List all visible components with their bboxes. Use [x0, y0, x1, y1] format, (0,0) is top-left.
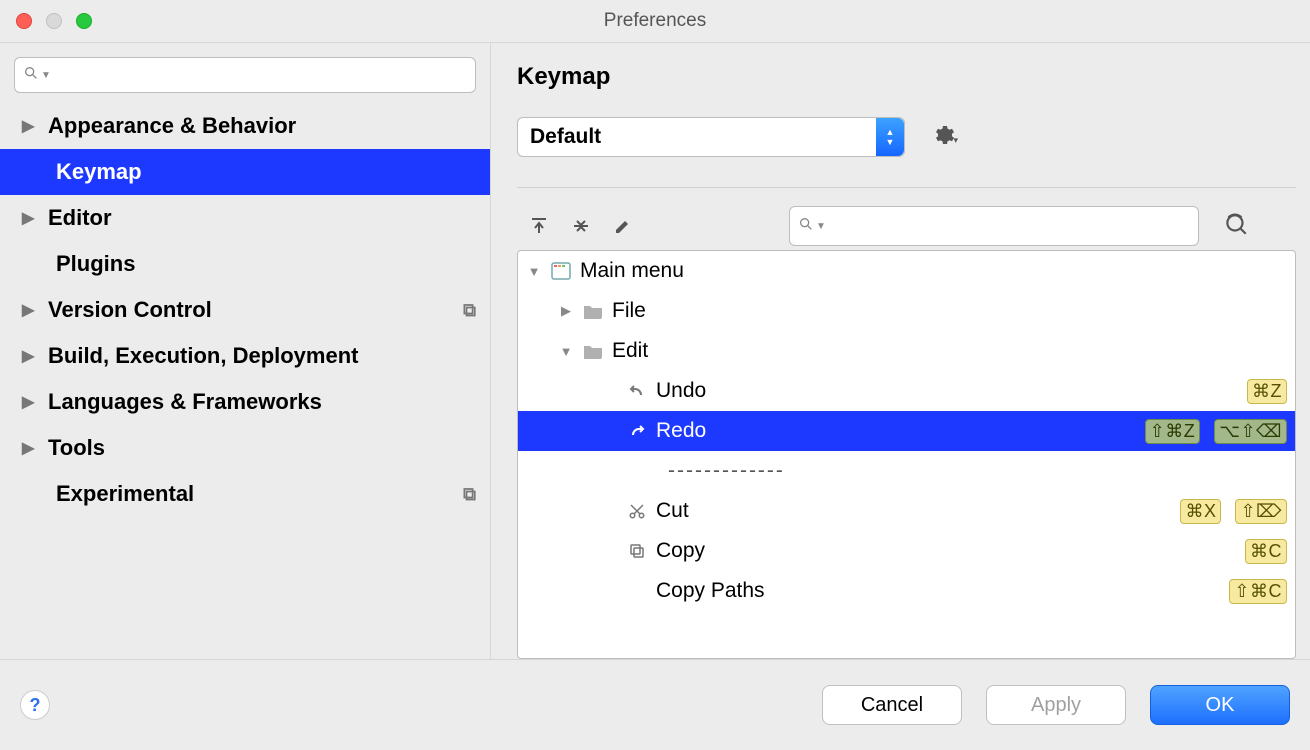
tree-node-label: File	[612, 299, 1287, 323]
chevron-down-icon: ▼	[41, 70, 51, 81]
sidebar-item-label: Plugins	[56, 251, 476, 277]
redo-icon	[626, 423, 648, 439]
tree-node-label: Redo	[656, 419, 1131, 443]
shortcut-badge: ⇧⌦	[1235, 499, 1287, 524]
scheme-value: Default	[530, 125, 601, 149]
tree-action-copy-paths[interactable]: Copy Paths ⇧⌘C	[518, 571, 1295, 611]
chevron-down-icon: ▼	[816, 221, 826, 232]
sidebar-item-label: Editor	[48, 205, 476, 231]
tree-action-redo[interactable]: Redo ⇧⌘Z ⌥⇧⌫	[518, 411, 1295, 451]
settings-search-input[interactable]: ▼	[14, 57, 476, 93]
sidebar-item-plugins[interactable]: Plugins	[0, 241, 490, 287]
tree-node-file[interactable]: ▶ File	[518, 291, 1295, 331]
settings-categories: ▶ Appearance & Behavior Keymap ▶ Editor …	[0, 103, 490, 517]
project-scope-icon: ⧉	[463, 300, 476, 321]
undo-icon	[626, 383, 648, 399]
chevron-down-icon[interactable]: ▼	[558, 344, 574, 359]
chevron-right-icon[interactable]: ▶	[558, 303, 574, 319]
select-stepper[interactable]: ▲ ▼	[876, 118, 904, 156]
tree-separator: -------------	[518, 451, 1295, 491]
expand-all-button[interactable]	[523, 210, 555, 242]
cut-icon	[626, 502, 648, 520]
separator-label: -------------	[668, 459, 785, 483]
button-label: Apply	[1031, 694, 1081, 717]
window-controls	[0, 13, 92, 29]
folder-icon	[582, 343, 604, 359]
chevron-right-icon: ▶	[22, 346, 36, 366]
action-toolbar: ▼	[517, 202, 1296, 250]
keymap-tree[interactable]: ▼ Main menu ▶ File ▼ Edit	[517, 250, 1296, 659]
chevron-right-icon: ▶	[22, 208, 36, 228]
titlebar: Preferences	[0, 0, 1310, 42]
tree-action-copy[interactable]: Copy ⌘C	[518, 531, 1295, 571]
copy-icon	[626, 542, 648, 560]
shortcut-badge: ⌘Z	[1247, 379, 1287, 404]
zoom-window-button[interactable]	[76, 13, 92, 29]
project-scope-icon: ⧉	[463, 484, 476, 505]
keymap-scheme-select[interactable]: Default ▲ ▼	[517, 117, 905, 157]
tree-action-cut[interactable]: Cut ⌘X ⇧⌦	[518, 491, 1295, 531]
sidebar-item-label: Tools	[48, 435, 476, 461]
window-title: Preferences	[604, 10, 706, 32]
edit-shortcut-button[interactable]	[607, 210, 639, 242]
settings-content: Keymap Default ▲ ▼ ▾	[491, 43, 1310, 659]
sidebar-item-label: Build, Execution, Deployment	[48, 343, 476, 369]
sidebar-item-label: Version Control	[48, 297, 451, 323]
shortcut-badge: ⇧⌘C	[1229, 579, 1287, 604]
sidebar-item-experimental[interactable]: Experimental ⧉	[0, 471, 490, 517]
dialog-footer: ? Cancel Apply OK	[0, 660, 1310, 750]
tree-node-label: Cut	[656, 499, 1166, 523]
tree-node-label: Copy Paths	[656, 579, 1215, 603]
settings-sidebar: ▼ ▶ Appearance & Behavior Keymap ▶ Edito…	[0, 43, 491, 659]
apply-button: Apply	[986, 685, 1126, 725]
sidebar-item-languages[interactable]: ▶ Languages & Frameworks	[0, 379, 490, 425]
shortcut-badge: ⌘C	[1245, 539, 1287, 564]
sidebar-item-tools[interactable]: ▶ Tools	[0, 425, 490, 471]
tree-node-edit[interactable]: ▼ Edit	[518, 331, 1295, 371]
search-icon	[23, 65, 39, 86]
scheme-actions-button[interactable]: ▾	[931, 123, 964, 152]
page-title: Keymap	[517, 63, 1296, 91]
shortcut-badge: ⇧⌘Z	[1145, 419, 1201, 444]
chevron-right-icon: ▶	[22, 392, 36, 412]
chevron-up-icon: ▲	[886, 127, 895, 137]
shortcut-badge: ⌥⇧⌫	[1214, 419, 1287, 444]
chevron-down-icon: ▼	[886, 137, 895, 147]
sidebar-item-editor[interactable]: ▶ Editor	[0, 195, 490, 241]
ok-button[interactable]: OK	[1150, 685, 1290, 725]
sidebar-item-label: Keymap	[56, 159, 476, 185]
tree-action-undo[interactable]: Undo ⌘Z	[518, 371, 1295, 411]
button-label: Cancel	[861, 694, 923, 717]
chevron-right-icon: ▶	[22, 116, 36, 136]
button-label: OK	[1206, 694, 1235, 717]
sidebar-item-label: Appearance & Behavior	[48, 113, 476, 139]
find-by-shortcut-button[interactable]	[1223, 211, 1249, 242]
tree-node-label: Main menu	[580, 259, 1287, 283]
collapse-all-button[interactable]	[565, 210, 597, 242]
action-search-input[interactable]: ▼	[789, 206, 1199, 246]
sidebar-item-label: Languages & Frameworks	[48, 389, 476, 415]
shortcut-badge: ⌘X	[1180, 499, 1221, 524]
close-window-button[interactable]	[16, 13, 32, 29]
tree-node-label: Undo	[656, 379, 1233, 403]
chevron-right-icon: ▶	[22, 438, 36, 458]
chevron-right-icon: ▶	[22, 300, 36, 320]
tree-node-label: Copy	[656, 539, 1231, 563]
folder-icon	[582, 303, 604, 319]
sidebar-item-label: Experimental	[56, 481, 451, 507]
help-button[interactable]: ?	[20, 690, 50, 720]
cancel-button[interactable]: Cancel	[822, 685, 962, 725]
sidebar-item-appearance[interactable]: ▶ Appearance & Behavior	[0, 103, 490, 149]
search-icon	[798, 216, 814, 237]
sidebar-item-version-control[interactable]: ▶ Version Control ⧉	[0, 287, 490, 333]
tree-node-main-menu[interactable]: ▼ Main menu	[518, 251, 1295, 291]
minimize-window-button	[46, 13, 62, 29]
divider	[517, 187, 1296, 188]
menu-icon	[550, 262, 572, 280]
tree-node-label: Edit	[612, 339, 1287, 363]
chevron-down-icon[interactable]: ▼	[526, 264, 542, 279]
sidebar-item-keymap[interactable]: Keymap	[0, 149, 490, 195]
sidebar-item-build[interactable]: ▶ Build, Execution, Deployment	[0, 333, 490, 379]
